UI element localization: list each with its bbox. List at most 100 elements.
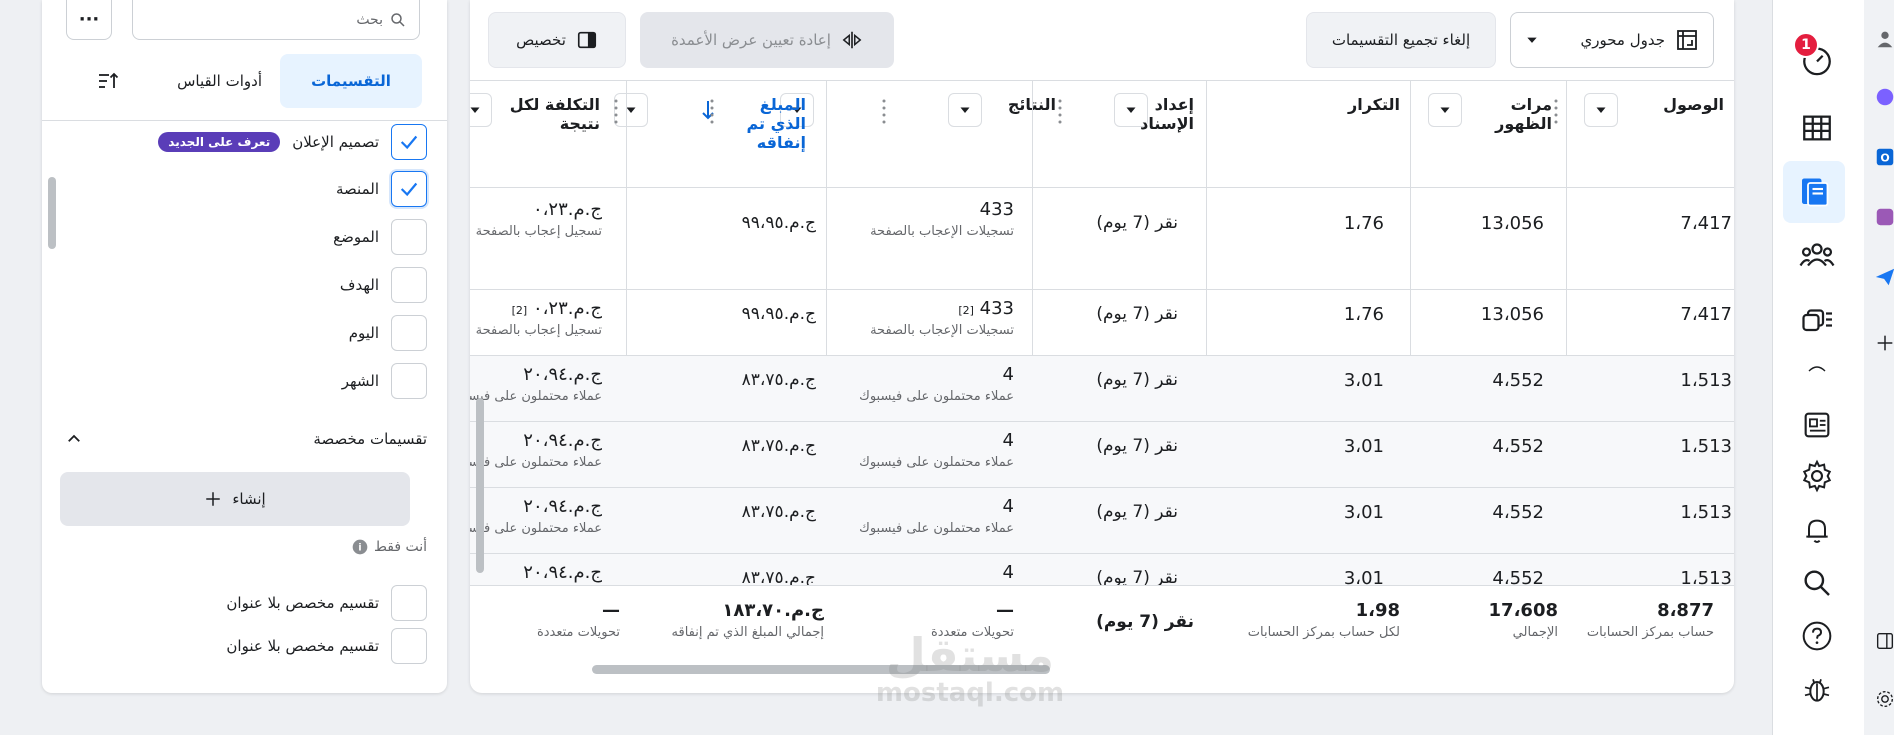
breakdown-item-placement[interactable]: الموضع [333,218,427,256]
col-menu-amount-spent[interactable] [614,93,648,127]
rail-billing[interactable] [1797,405,1837,445]
plus-icon[interactable] [1874,332,1894,354]
reset-column-width-button[interactable]: إعادة تعيين عرض الأعمدة [640,12,894,68]
cost-label: تسجيل إعجاب بالصفحة [475,224,602,239]
col-header-results[interactable]: النتائج [890,81,1066,189]
checkbox-placement[interactable] [391,219,427,255]
checkbox-ad-creative[interactable] [391,124,427,160]
results-label: تسجيلات الإعجاب بالصفحة [870,323,1014,338]
table-row[interactable]: 7،417 13،056 1،76 نقر (7 يوم) 433 تسجيلا… [470,189,1734,290]
custom-breakdown-item[interactable]: تقسيم مخصص بلا عنوان [226,584,427,622]
rail-catalog[interactable] [1797,298,1837,338]
results-value[interactable]: 433 [834,199,1014,220]
breakdown-item-objective[interactable]: الهدف [340,266,427,304]
check-icon [400,182,418,197]
cell-attribution: نقر (7 يوم) [1096,370,1178,390]
cell-reach: 1،513 [1680,502,1732,523]
search-input[interactable] [183,11,383,28]
more-options-button[interactable]: ··· [66,0,112,40]
results-ref: [2] [958,304,974,317]
cell-results: 4 عملاء محتملون على فيسبوك [834,364,1014,404]
results-value[interactable]: 4 [834,364,1014,385]
outlook-icon[interactable]: O [1874,146,1894,168]
cell-cost-per-result: ج.م.٠،٢٣ تسجيل إعجاب بالصفحة [470,199,602,239]
cost-value: ج.م.٠،٢٣ [2] [470,298,602,319]
column-resize-handle[interactable] [614,97,618,127]
table-row[interactable]: 7،417 13،056 1،76 نقر (7 يوم) 433 [2] تس… [470,290,1734,356]
checkbox-month[interactable] [391,363,427,399]
new-feature-badge[interactable]: تعرف على الجديد [158,132,281,152]
col-title: مرات الظهور [1495,95,1552,134]
plus-icon [206,492,221,506]
col-menu-impressions[interactable] [1428,93,1462,127]
column-width-icon [842,31,862,49]
catalog-icon [1802,309,1832,332]
ungroup-breakdowns-button[interactable]: إلغاء تجميع التقسيمات [1306,12,1496,68]
table-row[interactable]: 1،513 4،552 3،01 نقر (7 يوم) 4 عملاء محت… [470,488,1734,554]
checkbox-custom-2[interactable] [391,628,427,664]
results-value[interactable]: 4 [834,496,1014,517]
cell-cost-per-result: ج.م.٢٠،٩٤ عملاء محتملون على فيسبوك [470,430,602,470]
search-field[interactable] [132,0,420,40]
checkbox-day[interactable] [391,315,427,351]
cost-label: عملاء محتملون على فيسبوك [470,455,602,470]
table-row[interactable]: 1،513 4،552 3،01 نقر (7 يوم) 4 عملاء محت… [470,356,1734,422]
tab-breakdowns[interactable]: التقسيمات [280,54,422,108]
custom-breakdown-item[interactable]: تقسيم مخصص بلا عنوان [226,627,427,665]
table-horizontal-scrollbar[interactable] [592,665,1050,674]
rail-help[interactable] [1797,616,1837,656]
rail-search[interactable] [1797,563,1837,603]
col-menu-reach[interactable] [1584,93,1618,127]
breakdown-item-day[interactable]: اليوم [349,314,427,352]
create-breakdown-button[interactable]: إنشاء [60,472,410,526]
pivot-label: جدول محوري [1580,31,1665,49]
pivot-table-dropdown[interactable]: جدول محوري [1510,12,1714,68]
rail-table[interactable] [1797,108,1837,148]
table-row[interactable]: 1،513 4،552 3،01 نقر (7 يوم) 4 عملاء محت… [470,422,1734,488]
results-value[interactable]: 4 [834,562,1014,583]
chevron-up-icon[interactable] [65,430,83,448]
creative-app-icon[interactable] [1874,206,1894,228]
checkbox-platform[interactable] [391,171,427,207]
rail-report-bug[interactable] [1797,670,1837,710]
column-resize-handle[interactable] [710,97,714,127]
gear-icon[interactable] [1874,688,1894,710]
col-menu-cost-per-result[interactable] [470,93,492,127]
cost-number: ج.م.٢٠،٩٤ [523,562,602,583]
col-header-amount-spent[interactable]: المبلغ الذي تم إنفاقه [700,81,816,189]
send-icon[interactable] [1874,266,1894,288]
table-header: الوصول مرات الظهور التكرار إعداد الإسناد… [470,80,1734,188]
rail-settings[interactable] [1797,456,1837,496]
rail-dashboard[interactable]: 1 [1793,32,1837,80]
col-header-cost-per-result[interactable]: التكلفة لكل نتيجة [490,81,610,189]
breakdown-item-platform[interactable]: المنصة [336,170,427,208]
rail-audiences[interactable] [1797,235,1837,275]
breakdown-label: الموضع [333,228,379,246]
rail-notifications[interactable] [1797,510,1837,550]
col-header-attribution[interactable]: إعداد الإسناد [1070,81,1204,189]
table-vertical-scrollbar[interactable] [476,398,484,573]
info-icon[interactable]: i [352,539,368,555]
results-value[interactable]: 433 [2] [834,298,1014,319]
col-header-frequency[interactable]: التكرار [1240,81,1410,189]
checkbox-objective[interactable] [391,267,427,303]
column-resize-handle[interactable] [882,97,886,127]
rail-reports[interactable] [1783,161,1845,223]
panel-toggle-icon[interactable] [1874,630,1894,652]
results-value[interactable]: 4 [834,430,1014,451]
checkbox-custom-1[interactable] [391,585,427,621]
panel-scrollbar[interactable] [48,177,56,249]
cell-reach: 1،513 [1680,436,1732,457]
table-row[interactable]: 1،513 4،552 3،01 نقر (7 يوم) 4 عملاء محت… [470,554,1734,602]
custom-breakdowns-header[interactable]: تقسيمات مخصصة [65,427,427,451]
customize-button[interactable]: تخصيص [488,12,626,68]
breakdown-item-ad-creative[interactable]: تصميم الإعلان تعرف على الجديد [158,123,427,161]
tab-metrics[interactable]: أدوات القياس [177,54,262,108]
caret-down-icon [1527,37,1537,43]
user-icon[interactable] [1874,28,1894,50]
column-resize-handle[interactable] [1554,97,1558,127]
breakdown-item-month[interactable]: الشهر [342,362,427,400]
sort-icon[interactable] [96,69,120,93]
arc-divider-icon [1808,366,1826,372]
app-icon[interactable] [1874,86,1894,108]
